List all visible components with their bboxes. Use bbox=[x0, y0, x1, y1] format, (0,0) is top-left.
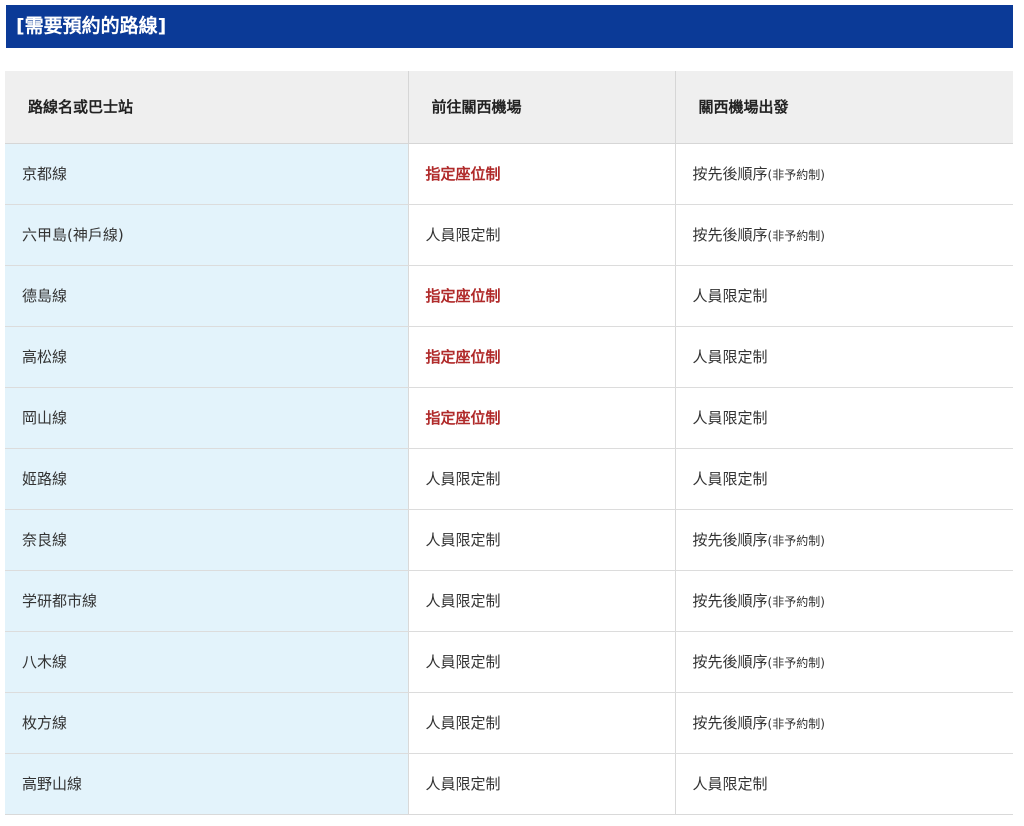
column-header-from-airport: 關西機場出發 bbox=[674, 71, 1013, 144]
from-airport-value: 按先後順序 bbox=[692, 653, 768, 671]
from-airport-value: 按先後順序 bbox=[692, 592, 768, 610]
table-row: 岡山線 指定座位制 人員限定制 bbox=[5, 387, 1013, 449]
column-header-to-airport: 前往關西機場 bbox=[407, 71, 675, 144]
to-airport-cell: 人員限定制 bbox=[407, 570, 675, 632]
route-name-cell: 高野山線 bbox=[5, 753, 408, 815]
to-airport-value: 指定座位制 bbox=[425, 409, 501, 427]
from-airport-cell: 按先後順序(非予約制) bbox=[674, 692, 1013, 754]
from-airport-value: 按先後順序 bbox=[692, 165, 768, 183]
to-airport-cell: 人員限定制 bbox=[407, 692, 675, 754]
from-airport-cell: 人員限定制 bbox=[674, 448, 1013, 510]
table-row: 高松線 指定座位制 人員限定制 bbox=[5, 326, 1013, 388]
table-header-row: 路線名或巴士站 前往關西機場 關西機場出發 bbox=[5, 71, 1013, 144]
from-airport-cell: 按先後順序(非予約制) bbox=[674, 143, 1013, 205]
table-row: 奈良線 人員限定制 按先後順序(非予約制) bbox=[5, 509, 1013, 571]
table-body: 京都線 指定座位制 按先後順序(非予約制) 六甲島(神戶線) 人員限定制 按先後順序(非予… bbox=[5, 143, 1013, 815]
non-reservation-note: (非予約制) bbox=[767, 534, 825, 548]
from-airport-cell: 人員限定制 bbox=[674, 326, 1013, 388]
non-reservation-note: (非予約制) bbox=[767, 168, 825, 182]
to-airport-value: 人員限定制 bbox=[425, 653, 501, 671]
route-name-cell: 德島線 bbox=[5, 265, 408, 327]
to-airport-value: 人員限定制 bbox=[425, 592, 501, 610]
from-airport-cell: 按先後順序(非予約制) bbox=[674, 509, 1013, 571]
section-title: [需要預約的路線] bbox=[6, 5, 1013, 48]
table-row: 六甲島(神戶線) 人員限定制 按先後順序(非予約制) bbox=[5, 204, 1013, 266]
route-name-cell: 高松線 bbox=[5, 326, 408, 388]
to-airport-value: 人員限定制 bbox=[425, 470, 501, 488]
route-reservation-table: 路線名或巴士站 前往關西機場 關西機場出發 京都線 指定座位制 按先後順序(非予約制… bbox=[5, 71, 1013, 815]
to-airport-cell: 人員限定制 bbox=[407, 204, 675, 266]
to-airport-value: 指定座位制 bbox=[425, 348, 501, 366]
route-name-cell: 岡山線 bbox=[5, 387, 408, 449]
route-name-cell: 奈良線 bbox=[5, 509, 408, 571]
to-airport-cell: 人員限定制 bbox=[407, 448, 675, 510]
from-airport-cell: 人員限定制 bbox=[674, 387, 1013, 449]
table-row: 德島線 指定座位制 人員限定制 bbox=[5, 265, 1013, 327]
to-airport-value: 人員限定制 bbox=[425, 714, 501, 732]
table-row: 学研都市線 人員限定制 按先後順序(非予約制) bbox=[5, 570, 1013, 632]
non-reservation-note: (非予約制) bbox=[767, 656, 825, 670]
column-header-route: 路線名或巴士站 bbox=[5, 71, 408, 144]
from-airport-cell: 人員限定制 bbox=[674, 265, 1013, 327]
to-airport-cell: 指定座位制 bbox=[407, 326, 675, 388]
from-airport-cell: 人員限定制 bbox=[674, 753, 1013, 815]
from-airport-value: 按先後順序 bbox=[692, 714, 768, 732]
to-airport-value: 人員限定制 bbox=[425, 775, 501, 793]
route-name-cell: 京都線 bbox=[5, 143, 408, 205]
table-row: 高野山線 人員限定制 人員限定制 bbox=[5, 753, 1013, 815]
from-airport-value: 人員限定制 bbox=[692, 470, 768, 488]
from-airport-value: 人員限定制 bbox=[692, 409, 768, 427]
to-airport-cell: 人員限定制 bbox=[407, 631, 675, 693]
from-airport-cell: 按先後順序(非予約制) bbox=[674, 631, 1013, 693]
table-row: 枚方線 人員限定制 按先後順序(非予約制) bbox=[5, 692, 1013, 754]
to-airport-value: 指定座位制 bbox=[425, 287, 501, 305]
from-airport-cell: 按先後順序(非予約制) bbox=[674, 204, 1013, 266]
route-name-cell: 学研都市線 bbox=[5, 570, 408, 632]
from-airport-value: 按先後順序 bbox=[692, 531, 768, 549]
to-airport-value: 人員限定制 bbox=[425, 531, 501, 549]
table-row: 八木線 人員限定制 按先後順序(非予約制) bbox=[5, 631, 1013, 693]
from-airport-cell: 按先後順序(非予約制) bbox=[674, 570, 1013, 632]
non-reservation-note: (非予約制) bbox=[767, 595, 825, 609]
from-airport-value: 人員限定制 bbox=[692, 348, 768, 366]
to-airport-value: 人員限定制 bbox=[425, 226, 501, 244]
to-airport-cell: 指定座位制 bbox=[407, 265, 675, 327]
route-name-cell: 姬路線 bbox=[5, 448, 408, 510]
table-row: 京都線 指定座位制 按先後順序(非予約制) bbox=[5, 143, 1013, 205]
from-airport-value: 按先後順序 bbox=[692, 226, 768, 244]
non-reservation-note: (非予約制) bbox=[767, 717, 825, 731]
route-name-cell: 八木線 bbox=[5, 631, 408, 693]
to-airport-value: 指定座位制 bbox=[425, 165, 501, 183]
route-name-cell: 六甲島(神戶線) bbox=[5, 204, 408, 266]
non-reservation-note: (非予約制) bbox=[767, 229, 825, 243]
to-airport-cell: 指定座位制 bbox=[407, 143, 675, 205]
to-airport-cell: 人員限定制 bbox=[407, 509, 675, 571]
table-row: 姬路線 人員限定制 人員限定制 bbox=[5, 448, 1013, 510]
from-airport-value: 人員限定制 bbox=[692, 775, 768, 793]
route-name-cell: 枚方線 bbox=[5, 692, 408, 754]
to-airport-cell: 人員限定制 bbox=[407, 753, 675, 815]
from-airport-value: 人員限定制 bbox=[692, 287, 768, 305]
to-airport-cell: 指定座位制 bbox=[407, 387, 675, 449]
